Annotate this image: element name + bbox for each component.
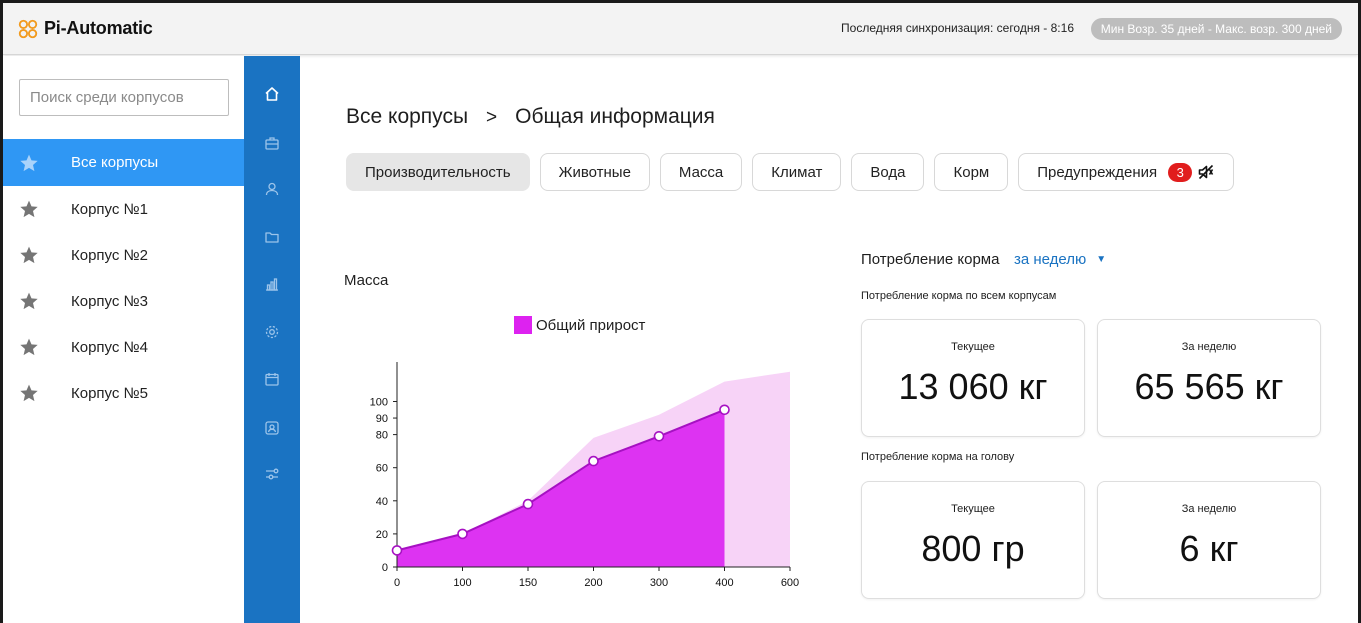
x-tick-label: 600 (781, 577, 799, 589)
sidebar-item-label: Все корпусы (71, 154, 159, 171)
y-tick-label: 20 (376, 529, 388, 541)
contacts-icon[interactable] (264, 420, 280, 436)
tab-climate[interactable]: Климат (752, 153, 842, 191)
breadcrumb-separator: > (486, 107, 498, 128)
chart-legend: Общий прирост (514, 316, 645, 334)
star-icon (20, 292, 38, 310)
data-point (522, 498, 534, 510)
stat-card-current-head: Текущее 800 гр (861, 481, 1085, 599)
stat-value: 13 060 кг (898, 366, 1048, 407)
tab-animals[interactable]: Животные (539, 153, 650, 191)
mute-icon[interactable] (1197, 163, 1215, 181)
x-tick-label: 300 (650, 577, 668, 589)
sidebar-item-label: Корпус №5 (71, 384, 148, 402)
icon-rail (244, 56, 300, 623)
sidebar: Все корпусы Корпус №1 Корпус №2 Корпус №… (3, 56, 244, 623)
tab-performance[interactable]: Производительность (346, 153, 530, 191)
breadcrumb: Все корпусы > Общая информация (346, 105, 715, 129)
caret-down-icon: ▼ (1096, 254, 1107, 265)
breadcrumb-current: Общая информация (515, 105, 715, 128)
data-point (653, 431, 665, 442)
stat-label: Текущее (951, 341, 995, 353)
x-tick-label: 100 (453, 577, 471, 589)
settings-icon[interactable] (264, 324, 280, 340)
x-tick-label: 400 (715, 577, 733, 589)
age-range-badge[interactable]: Мин Возр. 35 дней - Макс. возр. 300 дней (1090, 18, 1342, 40)
home-icon[interactable] (264, 86, 280, 102)
legend-swatch (514, 316, 532, 334)
sidebar-item-label: Корпус №4 (71, 338, 148, 356)
period-value: за неделю (1014, 251, 1087, 268)
app-name: Pi-Automatic (44, 18, 153, 38)
breadcrumb-root[interactable]: Все корпусы (346, 105, 468, 128)
y-tick-label: 80 (376, 430, 388, 442)
period-dropdown[interactable]: за неделю ▼ (1014, 251, 1106, 268)
warnings-count-badge: 3 (1168, 162, 1193, 182)
app-window: Pi-Automatic Последняя синхронизация: се… (3, 3, 1358, 623)
stat-card-week-head: За неделю 6 кг (1097, 481, 1321, 599)
star-icon (20, 200, 38, 218)
sidebar-item-5[interactable]: Корпус №5 (3, 370, 244, 416)
calendar-icon[interactable] (264, 371, 280, 387)
y-tick-label: 0 (382, 562, 388, 574)
y-tick-label: 100 (370, 397, 388, 409)
feed-title: Потребление корма (861, 251, 1000, 268)
tab-warnings[interactable]: Предупреждения 3 (1018, 153, 1235, 191)
sidebar-item-label: Корпус №1 (71, 200, 148, 218)
user-icon[interactable] (264, 181, 280, 197)
folder-icon[interactable] (264, 229, 280, 245)
logo-icon (18, 19, 38, 38)
star-icon (20, 154, 38, 171)
stat-card-week-total: За неделю 65 565 кг (1097, 319, 1321, 437)
building-list: Все корпусы Корпус №1 Корпус №2 Корпус №… (3, 139, 244, 416)
star-icon (20, 246, 38, 264)
legend-label: Общий прирост (536, 316, 646, 334)
tab-mass[interactable]: Масса (659, 153, 743, 191)
y-tick-label: 90 (376, 413, 388, 425)
x-tick-label: 200 (584, 577, 602, 589)
data-point (719, 404, 730, 416)
stat-label: За неделю (1181, 503, 1237, 515)
feed-all-title: Потребление корма по всем корпусам (861, 290, 1057, 302)
x-tick-label: 0 (394, 577, 400, 589)
top-bar: Pi-Automatic Последняя синхронизация: се… (3, 3, 1358, 55)
star-icon (20, 384, 38, 402)
tab-warnings-label: Предупреждения (1037, 163, 1158, 181)
feed-head-title: Потребление корма на голову (861, 451, 1015, 463)
section-tabs: Производительность Животные Масса Климат… (346, 153, 1244, 191)
data-point (391, 545, 403, 556)
sidebar-item-3[interactable]: Корпус №3 (3, 278, 244, 324)
sliders-icon[interactable] (264, 466, 280, 482)
y-tick-label: 40 (376, 496, 388, 508)
sidebar-item-1[interactable]: Корпус №1 (3, 186, 244, 232)
data-point (457, 528, 468, 540)
stat-label: Текущее (951, 503, 995, 515)
briefcase-icon[interactable] (264, 135, 280, 151)
sidebar-item-label: Корпус №3 (71, 292, 148, 310)
sidebar-item-label: Корпус №2 (71, 246, 148, 264)
stat-label: За неделю (1181, 341, 1237, 353)
chart-title: Масса (344, 272, 389, 289)
bar-chart-icon[interactable] (264, 276, 280, 292)
series-area (397, 409, 725, 567)
mass-chart: 0 20 40 60 80 90 100 0 100 150 200 300 400 600 (370, 362, 799, 589)
stat-value: 65 565 кг (1134, 366, 1284, 407)
stat-card-current-total: Текущее 13 060 кг (861, 319, 1085, 437)
sidebar-item-4[interactable]: Корпус №4 (3, 324, 244, 370)
sidebar-item-2[interactable]: Корпус №2 (3, 232, 244, 278)
sync-status: Последняя синхронизация: сегодня - 8:16 (841, 21, 1074, 35)
stat-value: 6 кг (1179, 528, 1239, 569)
star-icon (20, 338, 38, 356)
y-tick-label: 60 (376, 463, 388, 475)
x-tick-label: 150 (519, 577, 537, 589)
sidebar-item-all[interactable]: Все корпусы (3, 139, 244, 186)
tab-water[interactable]: Вода (851, 153, 925, 191)
logo[interactable]: Pi-Automatic (17, 18, 153, 40)
data-point (588, 455, 599, 467)
search-input[interactable] (19, 79, 229, 116)
stat-value: 800 гр (921, 528, 1025, 569)
tab-feed[interactable]: Корм (934, 153, 1009, 191)
